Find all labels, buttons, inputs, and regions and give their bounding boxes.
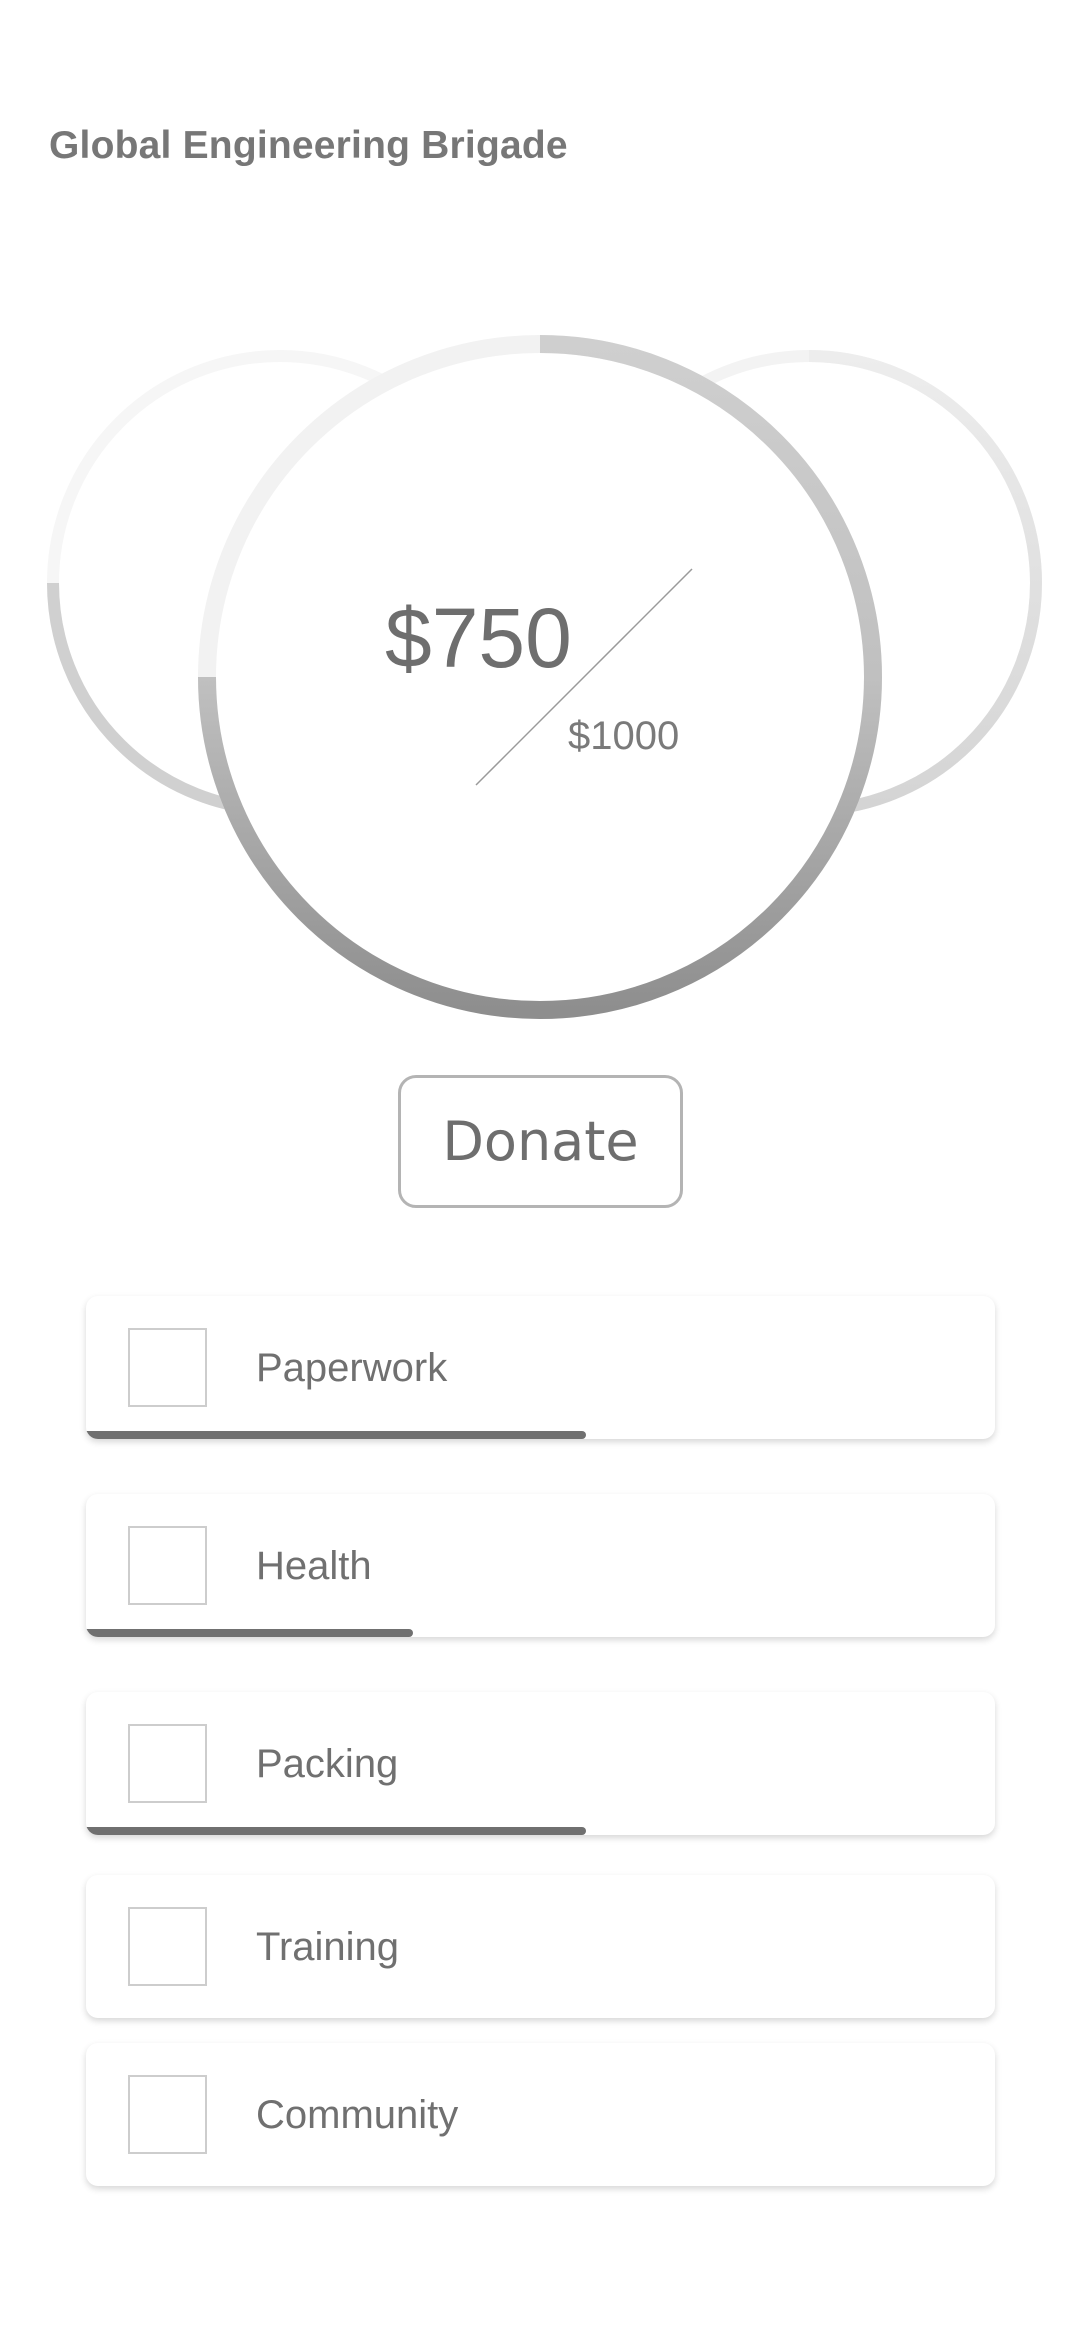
task-checkbox[interactable]	[128, 1526, 207, 1605]
task-label: Paperwork	[256, 1346, 448, 1390]
task-label: Training	[256, 1925, 400, 1969]
task-checkbox[interactable]	[128, 1328, 207, 1407]
task-label: Health	[256, 1544, 372, 1588]
task-progress-bar	[86, 1431, 586, 1439]
task-checkbox[interactable]	[128, 1724, 207, 1803]
task-label: Community	[256, 2093, 459, 2137]
task-item-community[interactable]: Community	[86, 2043, 995, 2186]
task-progress-bar	[86, 1827, 586, 1835]
task-checkbox[interactable]	[128, 2075, 207, 2154]
fundraising-rings	[47, 335, 1042, 1019]
raised-amount: $750	[385, 591, 572, 685]
task-item-health[interactable]: Health	[86, 1494, 995, 1637]
task-item-training[interactable]: Training	[86, 1875, 995, 2018]
goal-amount: $1000	[568, 714, 680, 758]
donate-button[interactable]: Donate	[398, 1075, 683, 1208]
task-item-paperwork[interactable]: Paperwork	[86, 1296, 995, 1439]
task-progress-bar	[86, 1629, 414, 1637]
task-item-packing[interactable]: Packing	[86, 1692, 995, 1835]
task-checkbox[interactable]	[128, 1907, 207, 1986]
app-screen: Global Engineering Brigade $750 $1000 Do…	[0, 0, 1080, 2340]
task-label: Packing	[256, 1742, 399, 1786]
